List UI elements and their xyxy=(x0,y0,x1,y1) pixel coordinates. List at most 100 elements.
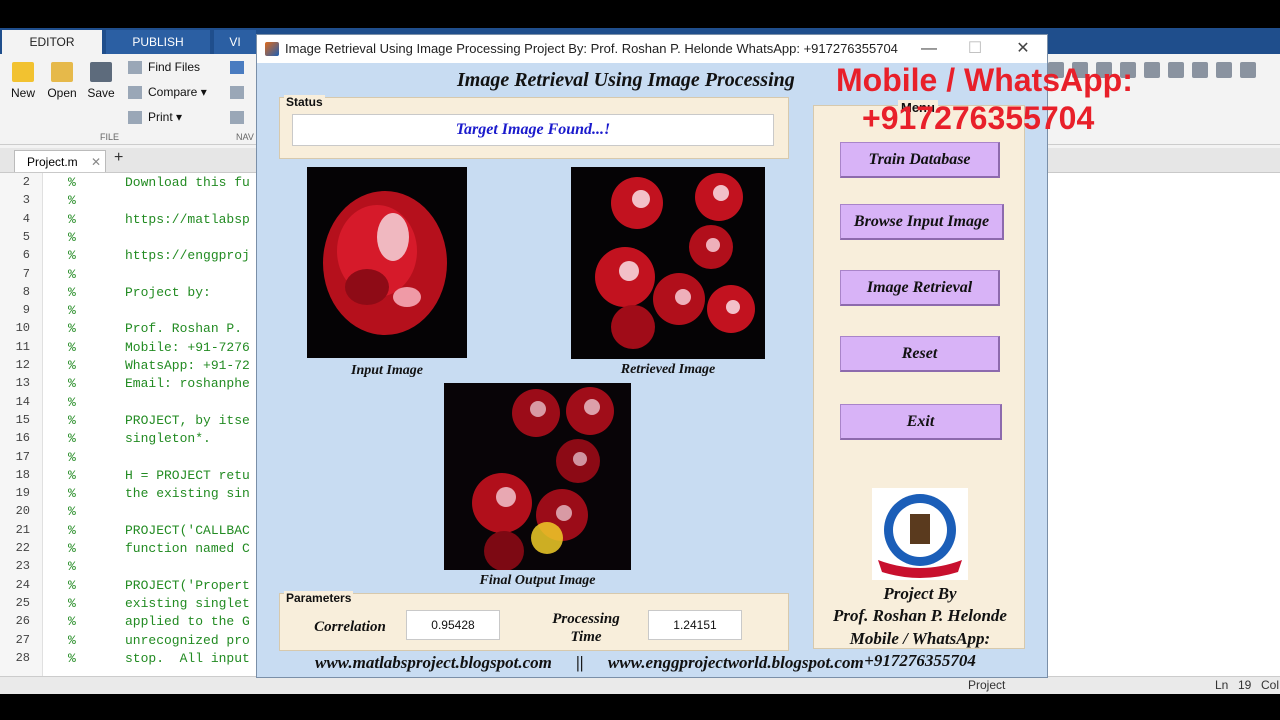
find-button[interactable] xyxy=(230,110,250,125)
file-tab-project[interactable]: Project.m ✕ xyxy=(14,150,106,172)
line-number: 19 xyxy=(15,486,30,501)
status-ln-label: Ln xyxy=(1215,678,1229,692)
status-message: Target Image Found...! xyxy=(292,114,774,146)
comment-marker: % xyxy=(68,449,76,465)
footer-link-matlabsproject[interactable]: www.matlabsproject.blogspot.com xyxy=(315,653,552,672)
line-number: 17 xyxy=(15,449,30,464)
image-retrieval-button[interactable]: Image Retrieval xyxy=(840,270,1000,306)
letterbox-top xyxy=(0,0,1280,28)
window-title: Image Retrieval Using Image Processing P… xyxy=(285,41,898,56)
code-line: https://matlabsp xyxy=(125,211,250,227)
code-line: applied to the G xyxy=(125,614,250,630)
line-number: 23 xyxy=(15,559,30,574)
comment-marker: % xyxy=(68,376,76,392)
nav-section-label: NAV xyxy=(236,132,254,142)
line-number: 25 xyxy=(15,595,30,610)
comment-marker: % xyxy=(68,339,76,355)
find-files-icon xyxy=(128,61,142,75)
line-number: 14 xyxy=(15,394,30,409)
train-database-button[interactable]: Train Database xyxy=(840,142,1000,178)
new-button[interactable]: New xyxy=(8,62,38,100)
code-line: WhatsApp: +91-72 xyxy=(125,358,250,373)
status-ln-value: 19 xyxy=(1238,678,1252,692)
reset-button[interactable]: Reset xyxy=(840,336,1000,372)
code-line: singleton*. xyxy=(125,431,211,447)
line-number: 26 xyxy=(15,614,30,629)
line-number: 13 xyxy=(15,376,30,391)
file-section-label: FILE xyxy=(100,132,120,142)
help-icon[interactable] xyxy=(1240,62,1256,78)
credit-author: Prof. Roshan P. Helonde xyxy=(833,606,1007,625)
folder-icon xyxy=(51,62,73,82)
mouse-cursor-highlight xyxy=(531,522,563,554)
status-panel: Status Target Image Found...! xyxy=(279,95,789,159)
minimize-button[interactable]: — xyxy=(917,38,941,60)
comment-marker: % xyxy=(68,632,76,648)
correlation-value: 0.95428 xyxy=(406,610,500,640)
code-line: Email: roshanphe xyxy=(125,376,250,392)
code-line: function named C xyxy=(125,541,250,556)
comment-marker: % xyxy=(68,522,76,538)
compare-button[interactable]: Compare ▾ xyxy=(128,85,207,100)
undo-icon[interactable] xyxy=(1168,62,1184,78)
switch-windows-icon[interactable] xyxy=(1216,62,1232,78)
footer-separator: || xyxy=(576,653,584,672)
line-number: 8 xyxy=(22,284,30,299)
tab-editor[interactable]: EDITOR xyxy=(2,30,102,54)
print-button[interactable]: Print ▾ xyxy=(128,110,182,125)
code-line: the existing sin xyxy=(125,486,250,502)
floppy-icon xyxy=(90,62,112,82)
comment-marker: % xyxy=(68,559,76,575)
search-icon xyxy=(230,111,244,125)
comment-marker: % xyxy=(68,431,76,447)
overlay-mobile-label: Mobile / WhatsApp: xyxy=(836,62,1133,98)
author-logo xyxy=(872,488,968,580)
comment-marker: % xyxy=(68,650,76,666)
code-line: Mobile: +91-7276 xyxy=(125,339,250,355)
save-button[interactable]: Save xyxy=(86,62,116,100)
comment-marker: % xyxy=(68,614,76,630)
status-project: Project xyxy=(968,678,1006,692)
input-image xyxy=(307,167,467,358)
paste-icon[interactable] xyxy=(1144,62,1160,78)
goto-icon xyxy=(230,86,244,100)
final-output-caption: Final Output Image xyxy=(479,573,596,588)
retrieved-image-caption: Retrieved Image xyxy=(620,362,716,377)
comment-marker: % xyxy=(68,541,76,556)
window-titlebar[interactable]: Image Retrieval Using Image Processing P… xyxy=(257,35,1047,63)
maximize-button[interactable]: ☐ xyxy=(963,38,987,60)
line-number: 10 xyxy=(15,321,30,336)
gui-heading: Image Retrieval Using Image Processing xyxy=(457,69,795,91)
go-to-button[interactable] xyxy=(230,85,250,100)
line-number: 27 xyxy=(15,632,30,647)
redo-icon[interactable] xyxy=(1192,62,1208,78)
line-number: 18 xyxy=(15,467,30,482)
code-line: PROJECT('CALLBAC xyxy=(125,522,250,538)
open-button[interactable]: Open xyxy=(46,62,78,100)
tab-publish[interactable]: PUBLISH xyxy=(106,30,210,54)
comment-marker: % xyxy=(68,504,76,520)
find-files-button[interactable]: Find Files xyxy=(128,60,200,75)
line-number: 12 xyxy=(15,358,30,372)
line-number: 20 xyxy=(15,504,30,519)
line-number: 3 xyxy=(22,193,30,208)
add-tab-icon[interactable]: + xyxy=(114,149,123,167)
comment-marker: % xyxy=(68,248,76,264)
footer-link-enggprojectworld[interactable]: www.enggprojectworld.blogspot.com xyxy=(608,653,864,672)
comment-marker: % xyxy=(68,321,76,337)
credit-project-by: Project By xyxy=(883,584,957,603)
plus-icon xyxy=(12,62,34,82)
code-line: https://enggproj xyxy=(125,248,250,264)
comment-marker: % xyxy=(68,175,76,190)
comment-marker: % xyxy=(68,211,76,227)
line-number: 9 xyxy=(22,303,30,318)
comment-marker: % xyxy=(68,412,76,428)
tab-view[interactable]: VI xyxy=(214,30,256,54)
matlab-logo-icon xyxy=(265,42,279,56)
comment-marker: % xyxy=(68,577,76,593)
close-tab-icon[interactable]: ✕ xyxy=(91,155,101,169)
close-button[interactable]: ✕ xyxy=(1011,38,1035,60)
browse-input-image-button[interactable]: Browse Input Image xyxy=(840,204,1004,240)
exit-button[interactable]: Exit xyxy=(840,404,1002,440)
nav-back-button[interactable] xyxy=(230,60,250,75)
